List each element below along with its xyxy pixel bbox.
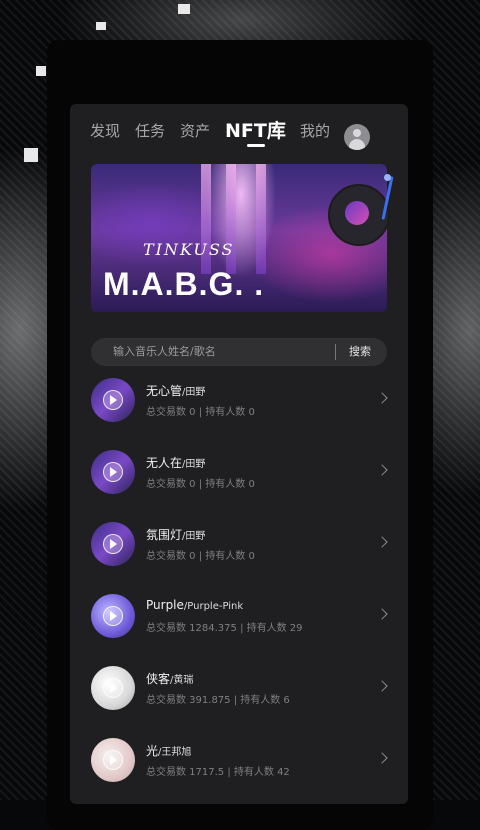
tab-mine[interactable]: 我的 — [300, 120, 330, 141]
search-input[interactable]: 输入音乐人姓名/歌名 — [113, 343, 216, 359]
vinyl-label — [345, 201, 369, 225]
play-icon[interactable] — [103, 606, 123, 626]
artist-name: /田野 — [182, 531, 206, 542]
song-name: 氛围灯 — [146, 528, 183, 542]
list-item[interactable]: 氛围灯/田野 总交易数 0 | 持有人数 0 — [70, 510, 408, 570]
play-icon[interactable] — [103, 462, 123, 482]
song-stats: 总交易数 0 | 持有人数 0 — [146, 479, 255, 490]
glitch-pixel — [36, 66, 46, 76]
song-stats: 总交易数 0 | 持有人数 0 — [146, 551, 255, 562]
album-cover — [91, 378, 135, 422]
top-tabs: 发现 任务 资产 NFT库 我的 — [90, 116, 388, 150]
play-icon[interactable] — [103, 678, 123, 698]
chevron-right-icon — [376, 608, 388, 620]
play-icon[interactable] — [103, 390, 123, 410]
song-name: 侠客 — [146, 672, 171, 686]
album-cover — [91, 594, 135, 638]
tab-nft-library[interactable]: NFT库 — [225, 116, 286, 143]
user-icon[interactable] — [344, 124, 370, 150]
banner-title: M.A.B.G. . — [103, 266, 265, 302]
list-item[interactable]: Purple/Purple-Pink 总交易数 1284.375 | 持有人数 … — [70, 582, 408, 642]
banner-script-text: TINKUSS — [143, 240, 235, 259]
avatar-head — [353, 129, 361, 137]
chevron-right-icon — [376, 392, 388, 404]
song-stats: 总交易数 0 | 持有人数 0 — [146, 407, 255, 418]
list-item[interactable]: 无人在/田野 总交易数 0 | 持有人数 0 — [70, 438, 408, 498]
avatar-body — [349, 139, 365, 150]
list-item[interactable]: 侠客/黄瑞 总交易数 391.875 | 持有人数 6 — [70, 654, 408, 714]
album-cover — [91, 450, 135, 494]
chevron-right-icon — [376, 536, 388, 548]
song-title: 氛围灯/田野 — [146, 526, 205, 543]
artist-name: /田野 — [182, 387, 206, 398]
song-stats: 总交易数 391.875 | 持有人数 6 — [146, 695, 290, 706]
chevron-right-icon — [376, 680, 388, 692]
chevron-right-icon — [376, 752, 388, 764]
song-title: 光/王邦旭 — [146, 742, 191, 759]
search-divider — [335, 344, 336, 360]
song-stats: 总交易数 1284.375 | 持有人数 29 — [146, 623, 303, 634]
album-cover — [91, 522, 135, 566]
list-item[interactable]: 无心管/田野 总交易数 0 | 持有人数 0 — [70, 366, 408, 426]
song-title: Purple/Purple-Pink — [146, 598, 243, 612]
song-name: 光 — [146, 744, 159, 758]
song-title: 无心管/田野 — [146, 382, 205, 399]
song-title: 无人在/田野 — [146, 454, 205, 471]
chevron-right-icon — [376, 464, 388, 476]
glitch-pixel — [178, 4, 190, 14]
song-name: Purple — [146, 598, 184, 612]
glitch-pixel — [96, 22, 106, 30]
tab-discover[interactable]: 发现 — [90, 120, 120, 141]
album-cover — [91, 666, 135, 710]
tab-assets[interactable]: 资产 — [180, 120, 210, 141]
song-stats: 总交易数 1717.5 | 持有人数 42 — [146, 767, 290, 778]
glitch-pixel — [24, 148, 38, 162]
song-name: 无心管 — [146, 384, 183, 398]
song-title: 侠客/黄瑞 — [146, 670, 193, 687]
tonearm-pivot — [384, 174, 391, 181]
search-button[interactable]: 搜索 — [349, 343, 371, 359]
artist-name: /王邦旭 — [158, 747, 192, 758]
song-name: 无人在 — [146, 456, 183, 470]
play-icon[interactable] — [103, 750, 123, 770]
active-tab-indicator — [247, 144, 265, 147]
play-icon[interactable] — [103, 534, 123, 554]
app-screen: 发现 任务 资产 NFT库 我的 TINKUSS M.A.B.G. . 输入音乐… — [70, 104, 408, 804]
search-bar: 输入音乐人姓名/歌名 搜索 — [91, 338, 387, 366]
tab-tasks[interactable]: 任务 — [135, 120, 165, 141]
album-cover — [91, 738, 135, 782]
artist-name: /Purple-Pink — [183, 601, 244, 612]
artist-name: /黄瑞 — [170, 675, 194, 686]
list-item[interactable]: 光/王邦旭 总交易数 1717.5 | 持有人数 42 — [70, 726, 408, 786]
banner-art — [256, 164, 266, 274]
artist-name: /田野 — [182, 459, 206, 470]
